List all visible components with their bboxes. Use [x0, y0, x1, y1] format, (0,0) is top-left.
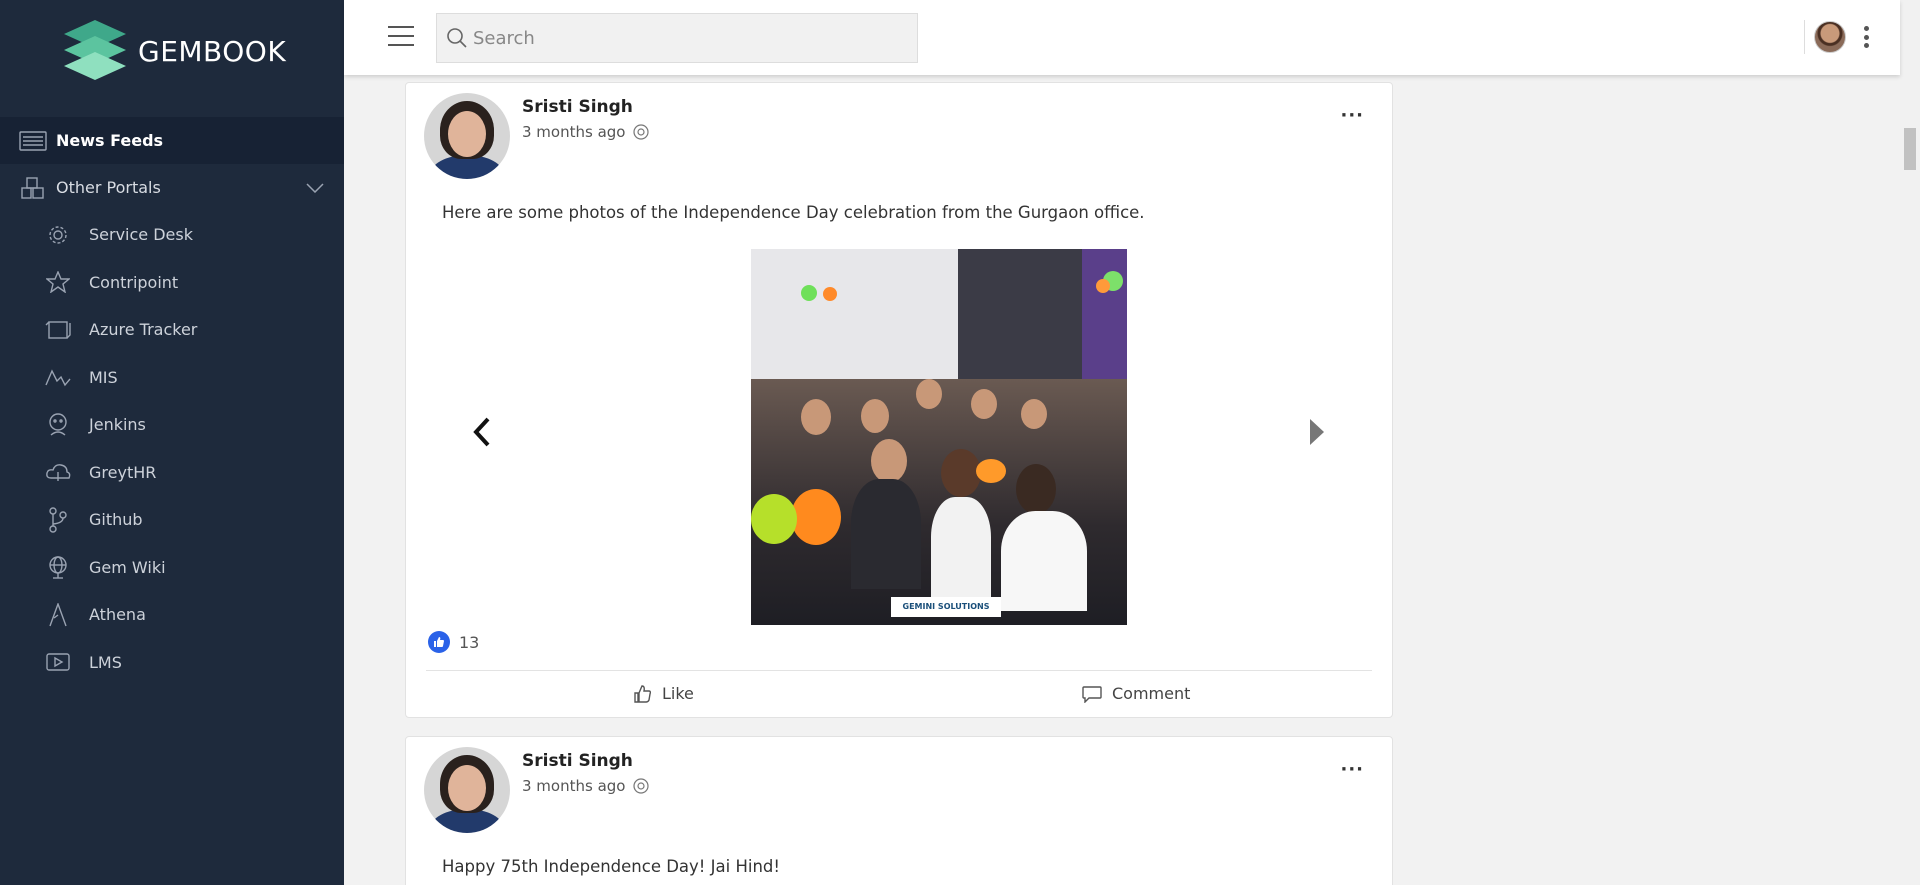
sidebar-item-other-portals[interactable]: Other Portals: [0, 164, 344, 211]
post-timestamp: 3 months ago: [522, 123, 650, 141]
image-carousel: GEMINI SOLUTIONS: [406, 249, 1392, 625]
search-box[interactable]: [436, 13, 918, 63]
sidebar-item-label: LMS: [89, 652, 122, 672]
jenkins-icon: [45, 413, 71, 437]
post-header: Sristi Singh 3 months ago ···: [406, 83, 1392, 183]
sidebar-item-azure-tracker[interactable]: Azure Tracker: [0, 306, 344, 354]
image-caption: GEMINI SOLUTIONS: [891, 597, 1001, 617]
brand-name: GEMBOOK: [138, 34, 287, 68]
portals-icon: [18, 176, 48, 200]
carousel-prev-icon[interactable]: [472, 417, 492, 455]
search-input[interactable]: [473, 27, 893, 49]
post-card: Sristi Singh 3 months ago ··· Happy 75th…: [405, 736, 1393, 885]
sidebar: GEMBOOK News Feeds Other Portals Service…: [0, 0, 344, 885]
like-button[interactable]: Like: [634, 684, 694, 703]
globe-icon: [45, 555, 71, 579]
post-timestamp: 3 months ago: [522, 777, 650, 795]
carousel-next-icon[interactable]: [1306, 417, 1326, 455]
sidebar-item-mis[interactable]: MIS: [0, 354, 344, 402]
post-text: Happy 75th Independence Day! Jai Hind!: [442, 857, 781, 876]
post-card: Sristi Singh 3 months ago ··· Here are s…: [405, 82, 1393, 718]
triangle-icon: [45, 602, 71, 627]
sidebar-item-lms[interactable]: LMS: [0, 639, 344, 687]
post-options-icon[interactable]: ···: [1340, 105, 1364, 126]
divider: [426, 670, 1372, 671]
brand[interactable]: GEMBOOK: [0, 0, 344, 102]
sidebar-item-label: GreytHR: [89, 462, 157, 482]
globe-icon: [633, 124, 650, 140]
sidebar-item-greythr[interactable]: GreytHR: [0, 449, 344, 497]
sidebar-item-label: Github: [89, 510, 143, 530]
sidebar-item-label: Jenkins: [89, 415, 146, 435]
sidebar-item-service-desk[interactable]: Service Desk: [0, 211, 344, 259]
topbar-divider: [1804, 20, 1805, 54]
like-label: Like: [662, 684, 694, 703]
sidebar-item-label: Contripoint: [89, 272, 179, 292]
star-icon: [45, 270, 71, 294]
globe-icon: [633, 778, 650, 794]
author-name[interactable]: Sristi Singh: [522, 97, 633, 117]
post-image[interactable]: GEMINI SOLUTIONS: [751, 249, 1127, 625]
more-options-icon[interactable]: [1864, 26, 1870, 48]
newspaper-icon: [18, 129, 48, 153]
timestamp-text: 3 months ago: [522, 777, 626, 795]
sidebar-item-label: Gem Wiki: [89, 557, 166, 577]
search-icon: [447, 28, 467, 48]
sidebar-item-jenkins[interactable]: Jenkins: [0, 401, 344, 449]
comment-icon: [1082, 685, 1102, 703]
like-count: 13: [459, 632, 480, 652]
comment-label: Comment: [1112, 684, 1191, 703]
user-avatar[interactable]: [1814, 21, 1846, 53]
topbar: [344, 0, 1900, 75]
sidebar-item-gem-wiki[interactable]: Gem Wiki: [0, 544, 344, 592]
branch-icon: [45, 507, 71, 533]
chevron-down-icon[interactable]: [306, 178, 324, 197]
chart-icon: [45, 365, 71, 389]
reaction-summary[interactable]: 13: [428, 631, 479, 653]
hamburger-menu-icon[interactable]: [388, 26, 414, 48]
sidebar-item-news-feeds[interactable]: News Feeds: [0, 117, 344, 164]
timestamp-text: 3 months ago: [522, 123, 626, 141]
author-avatar[interactable]: [424, 747, 510, 833]
sidebar-item-label: Azure Tracker: [89, 320, 198, 340]
author-name[interactable]: Sristi Singh: [522, 751, 633, 771]
page-scrollbar[interactable]: [1900, 0, 1920, 885]
sidebar-item-athena[interactable]: Athena: [0, 591, 344, 639]
sidebar-item-label: Service Desk: [89, 225, 193, 245]
thumbs-up-outline-icon: [634, 684, 652, 703]
sidebar-item-label: Other Portals: [56, 178, 161, 197]
video-icon: [45, 650, 71, 674]
sidebar-item-label: News Feeds: [56, 131, 164, 150]
post-options-icon[interactable]: ···: [1340, 759, 1364, 780]
gembook-logo-icon: [64, 20, 126, 80]
post-text: Here are some photos of the Independence…: [442, 203, 1145, 222]
post-header: Sristi Singh 3 months ago ···: [406, 737, 1392, 837]
thumbs-up-icon: [428, 631, 450, 653]
author-avatar[interactable]: [424, 93, 510, 179]
scrollbar-thumb[interactable]: [1904, 128, 1916, 170]
sidebar-item-label: MIS: [89, 367, 118, 387]
tracker-icon: [45, 318, 71, 342]
cloud-icon: [45, 460, 71, 484]
sidebar-item-label: Athena: [89, 605, 146, 625]
sidebar-item-github[interactable]: Github: [0, 496, 344, 544]
gear-icon: [45, 223, 71, 247]
comment-button[interactable]: Comment: [1082, 684, 1190, 703]
sidebar-item-contripoint[interactable]: Contripoint: [0, 259, 344, 307]
